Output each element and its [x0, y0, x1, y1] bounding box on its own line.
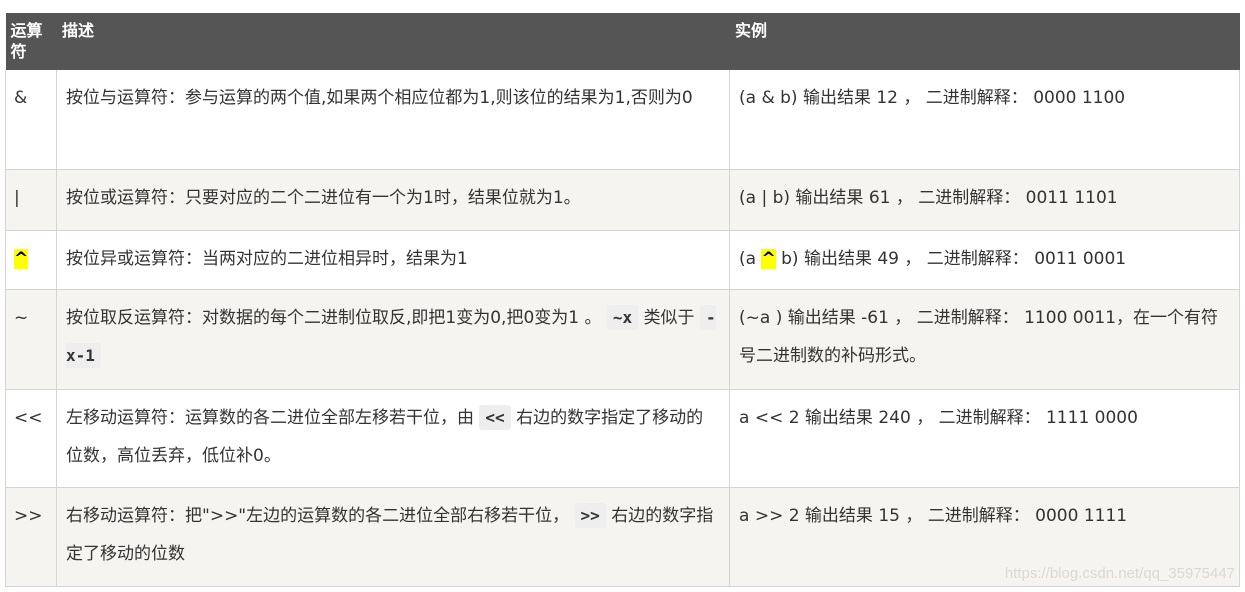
header-example: 实例 [729, 13, 1240, 70]
header-description: 描述 [56, 13, 730, 70]
example-cell: (a ^ b) 输出结果 49 ， 二进制解释： 0011 0001 [729, 230, 1240, 290]
description-cell: 右移动运算符：把">>"左边的运算数的各二进位全部右移若干位， >> 右边的数字… [56, 487, 730, 587]
inline-code: ~x [606, 304, 639, 330]
example-cell: (a | b) 输出结果 61 ， 二进制解释： 0011 1101 [729, 169, 1240, 231]
table-header-row: 运算符 描述 实例 [5, 13, 1240, 70]
operator-cell: >> [5, 487, 57, 587]
example-text-before: (a [739, 248, 762, 269]
description-cell: 按位异或运算符：当两对应的二进位相异时，结果为1 [56, 230, 730, 290]
inline-code: >> [574, 502, 606, 528]
description-text-before: 左移动运算符：运算数的各二进位全部左移若干位，由 [66, 407, 474, 428]
bitwise-operators-table: 运算符 描述 实例 & 按位与运算符：参与运算的两个值,如果两个相应位都为1,则… [5, 13, 1240, 587]
highlighted-operator-inline: ^ [761, 248, 776, 269]
highlighted-operator: ^ [14, 248, 29, 269]
description-text-before: 右移动运算符：把">>"左边的运算数的各二进位全部右移若干位， [66, 505, 570, 526]
example-text-after: b) 输出结果 49 ， 二进制解释： 0011 0001 [775, 248, 1127, 269]
description-cell: 按位取反运算符：对数据的每个二进制位取反,即把1变为0,把0变为1 。 ~x 类… [56, 289, 730, 390]
table-row: << 左移动运算符：运算数的各二进位全部左移若干位，由 << 右边的数字指定了移… [5, 389, 1240, 488]
operator-cell: & [5, 70, 57, 170]
description-cell: 按位或运算符：只要对应的二个二进位有一个为1时，结果位就为1。 [56, 169, 730, 231]
operator-cell: ^ [5, 230, 57, 290]
table-row: ~ 按位取反运算符：对数据的每个二进制位取反,即把1变为0,把0变为1 。 ~x… [5, 289, 1240, 390]
header-operator: 运算符 [5, 13, 57, 70]
table-row: & 按位与运算符：参与运算的两个值,如果两个相应位都为1,则该位的结果为1,否则… [5, 70, 1240, 170]
example-cell: a << 2 输出结果 240 ， 二进制解释： 1111 0000 [729, 389, 1240, 488]
description-text-middle: 类似于 [643, 307, 695, 328]
example-cell: (~a ) 输出结果 -61 ， 二进制解释： 1100 0011，在一个有符号… [729, 289, 1240, 390]
operator-cell: << [5, 389, 57, 488]
watermark-text: https://blog.csdn.net/qq_35975447 [1004, 565, 1235, 582]
description-text-before: 按位取反运算符：对数据的每个二进制位取反,即把1变为0,把0变为1 。 [66, 307, 602, 328]
operator-cell: | [5, 169, 57, 231]
description-cell: 按位与运算符：参与运算的两个值,如果两个相应位都为1,则该位的结果为1,否则为0 [56, 70, 730, 170]
example-cell: (a & b) 输出结果 12 ， 二进制解释： 0000 1100 [729, 70, 1240, 170]
operator-cell: ~ [5, 289, 57, 390]
description-cell: 左移动运算符：运算数的各二进位全部左移若干位，由 << 右边的数字指定了移动的位… [56, 389, 730, 488]
inline-code: << [479, 404, 511, 430]
table-row: ^ 按位异或运算符：当两对应的二进位相异时，结果为1 (a ^ b) 输出结果 … [5, 230, 1240, 290]
table-row: | 按位或运算符：只要对应的二个二进位有一个为1时，结果位就为1。 (a | b… [5, 169, 1240, 231]
